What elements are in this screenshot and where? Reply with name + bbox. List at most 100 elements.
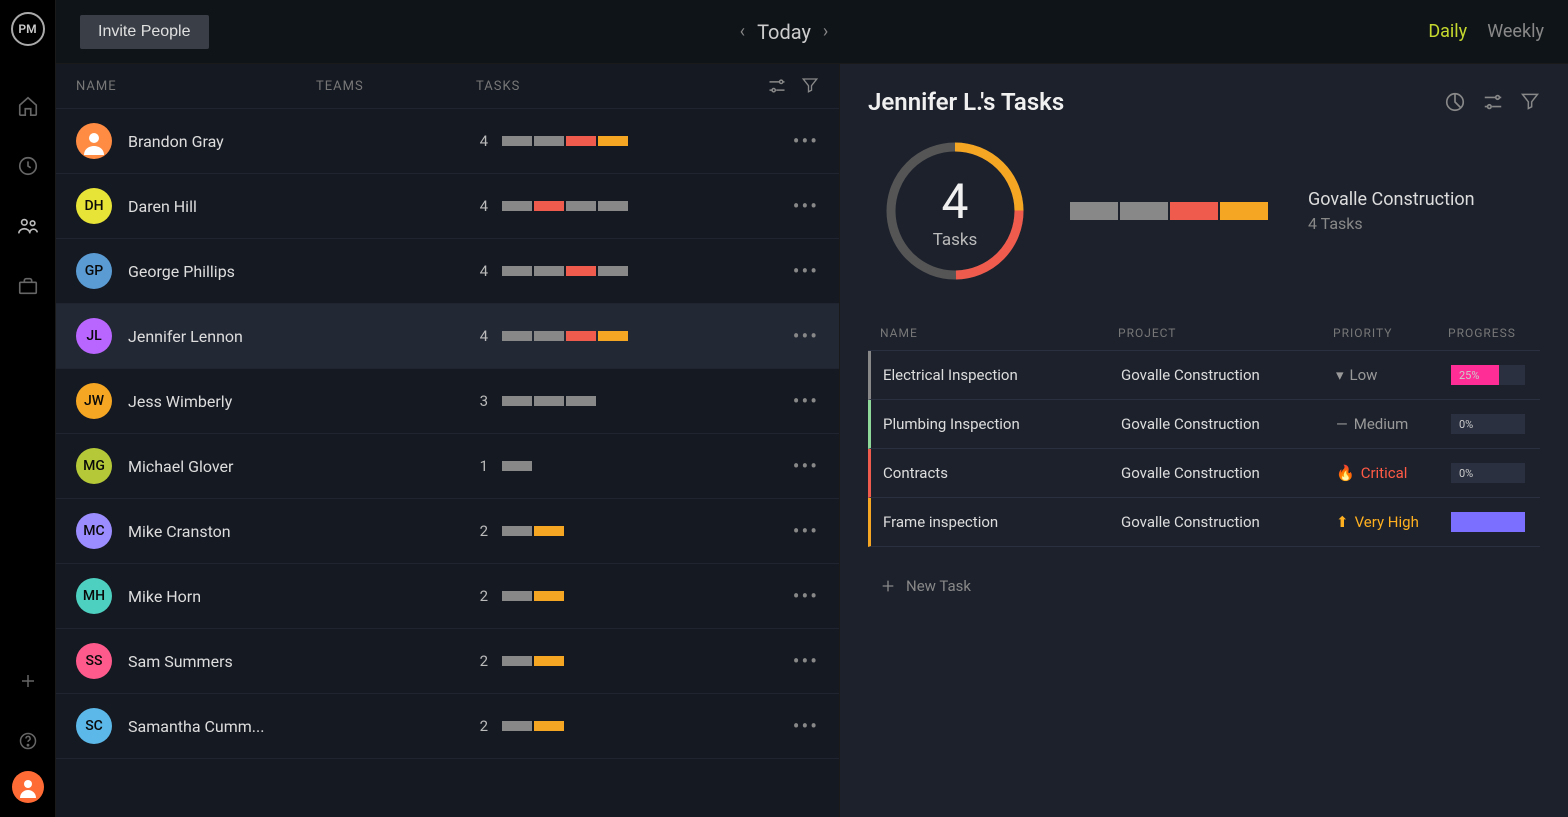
row-menu-icon[interactable]: ••• (779, 129, 819, 153)
task-name: Plumbing Inspection (871, 415, 1121, 433)
person-tasks: 2 (476, 652, 779, 670)
task-name: Electrical Inspection (871, 366, 1121, 384)
avatar: MC (76, 513, 112, 549)
task-bars (502, 721, 564, 731)
task-count: 2 (476, 717, 488, 735)
briefcase-icon[interactable] (16, 274, 40, 298)
person-name: Jess Wimberly (128, 392, 316, 411)
app-logo: PM (11, 12, 45, 46)
help-icon[interactable] (16, 729, 40, 753)
task-bars (502, 526, 564, 536)
person-name: Jennifer Lennon (128, 327, 316, 346)
invite-people-button[interactable]: Invite People (80, 15, 209, 49)
sliders-icon[interactable] (767, 76, 787, 96)
ring-count: 4 (942, 173, 969, 230)
person-name: Samantha Cumm... (128, 717, 316, 736)
task-count: 4 (476, 132, 488, 150)
clock-icon[interactable] (16, 154, 40, 178)
detail-panel: Jennifer L.'s Tasks (840, 64, 1568, 817)
person-row[interactable]: SC Samantha Cumm... 2 ••• (56, 694, 839, 759)
person-row[interactable]: Brandon Gray 4 ••• (56, 109, 839, 174)
avatar: GP (76, 253, 112, 289)
task-bars (502, 461, 532, 471)
weekly-toggle[interactable]: Weekly (1487, 21, 1544, 42)
task-bars (502, 136, 628, 146)
summary-bar (1170, 202, 1218, 220)
task-name: Contracts (871, 464, 1121, 482)
person-row[interactable]: MC Mike Cranston 2 ••• (56, 499, 839, 564)
person-tasks: 2 (476, 717, 779, 735)
row-menu-icon[interactable]: ••• (779, 454, 819, 478)
nav-rail: PM (0, 0, 56, 817)
task-priority: ▾ Low (1336, 366, 1451, 384)
plus-icon[interactable] (16, 669, 40, 693)
header-project: PROJECT (1118, 326, 1333, 340)
avatar: JL (76, 318, 112, 354)
row-menu-icon[interactable]: ••• (779, 194, 819, 218)
task-row[interactable]: Contracts Govalle Construction 🔥 Critica… (868, 449, 1540, 498)
person-row[interactable]: JW Jess Wimberly 3 ••• (56, 369, 839, 434)
person-row[interactable]: DH Daren Hill 4 ••• (56, 174, 839, 239)
task-bars (502, 591, 564, 601)
task-list: Electrical Inspection Govalle Constructi… (868, 351, 1540, 547)
chart-icon[interactable] (1444, 91, 1466, 113)
person-row[interactable]: GP George Phillips 4 ••• (56, 239, 839, 304)
filter-icon[interactable] (1520, 91, 1540, 113)
people-panel: NAME TEAMS TASKS Brandon Gray 4 (56, 64, 840, 817)
filter-icon[interactable] (801, 76, 819, 96)
summary-count: 4 Tasks (1308, 214, 1475, 233)
header-teams: TEAMS (316, 79, 476, 94)
task-row[interactable]: Plumbing Inspection Govalle Construction… (868, 400, 1540, 449)
row-menu-icon[interactable]: ••• (779, 259, 819, 283)
next-day-button[interactable]: › (823, 21, 828, 42)
avatar: MH (76, 578, 112, 614)
task-count: 3 (476, 392, 488, 410)
task-priority: 🔥 Critical (1336, 464, 1451, 482)
task-table-header: NAME PROJECT PRIORITY PROGRESS (868, 316, 1540, 351)
person-tasks: 2 (476, 522, 779, 540)
ring-label: Tasks (933, 230, 978, 250)
row-menu-icon[interactable]: ••• (779, 324, 819, 348)
task-ring: 4 Tasks (880, 136, 1030, 286)
header-name: NAME (76, 79, 316, 94)
header-task-name: NAME (868, 326, 1118, 340)
person-tasks: 4 (476, 197, 779, 215)
user-avatar[interactable] (12, 771, 44, 803)
sliders-icon[interactable] (1482, 91, 1504, 113)
person-row[interactable]: MH Mike Horn 2 ••• (56, 564, 839, 629)
priority-icon: ⬆ (1336, 513, 1349, 531)
avatar (76, 123, 112, 159)
topbar: Invite People ‹ Today › Daily Weekly (56, 0, 1568, 64)
row-menu-icon[interactable]: ••• (779, 389, 819, 413)
task-project: Govalle Construction (1121, 513, 1336, 531)
task-bars (502, 656, 564, 666)
person-name: Mike Horn (128, 587, 316, 606)
row-menu-icon[interactable]: ••• (779, 714, 819, 738)
new-task-button[interactable]: New Task (868, 547, 1540, 625)
avatar: MG (76, 448, 112, 484)
person-tasks: 4 (476, 132, 779, 150)
summary-bar (1220, 202, 1268, 220)
home-icon[interactable] (16, 94, 40, 118)
avatar: JW (76, 383, 112, 419)
person-row[interactable]: SS Sam Summers 2 ••• (56, 629, 839, 694)
task-bars (502, 201, 628, 211)
person-row[interactable]: JL Jennifer Lennon 4 ••• (56, 304, 839, 369)
summary-bars (1070, 202, 1268, 220)
row-menu-icon[interactable]: ••• (779, 649, 819, 673)
prev-day-button[interactable]: ‹ (740, 21, 745, 42)
priority-icon: 🔥 (1336, 464, 1355, 482)
detail-title: Jennifer L.'s Tasks (868, 88, 1064, 116)
task-row[interactable]: Electrical Inspection Govalle Constructi… (868, 351, 1540, 400)
avatar: SS (76, 643, 112, 679)
task-progress: 0% (1451, 414, 1540, 434)
task-count: 1 (476, 457, 488, 475)
task-count: 4 (476, 197, 488, 215)
task-priority: — Medium (1336, 415, 1451, 433)
row-menu-icon[interactable]: ••• (779, 584, 819, 608)
row-menu-icon[interactable]: ••• (779, 519, 819, 543)
person-row[interactable]: MG Michael Glover 1 ••• (56, 434, 839, 499)
people-icon[interactable] (16, 214, 40, 238)
task-row[interactable]: Frame inspection Govalle Construction ⬆ … (868, 498, 1540, 547)
daily-toggle[interactable]: Daily (1428, 21, 1467, 42)
